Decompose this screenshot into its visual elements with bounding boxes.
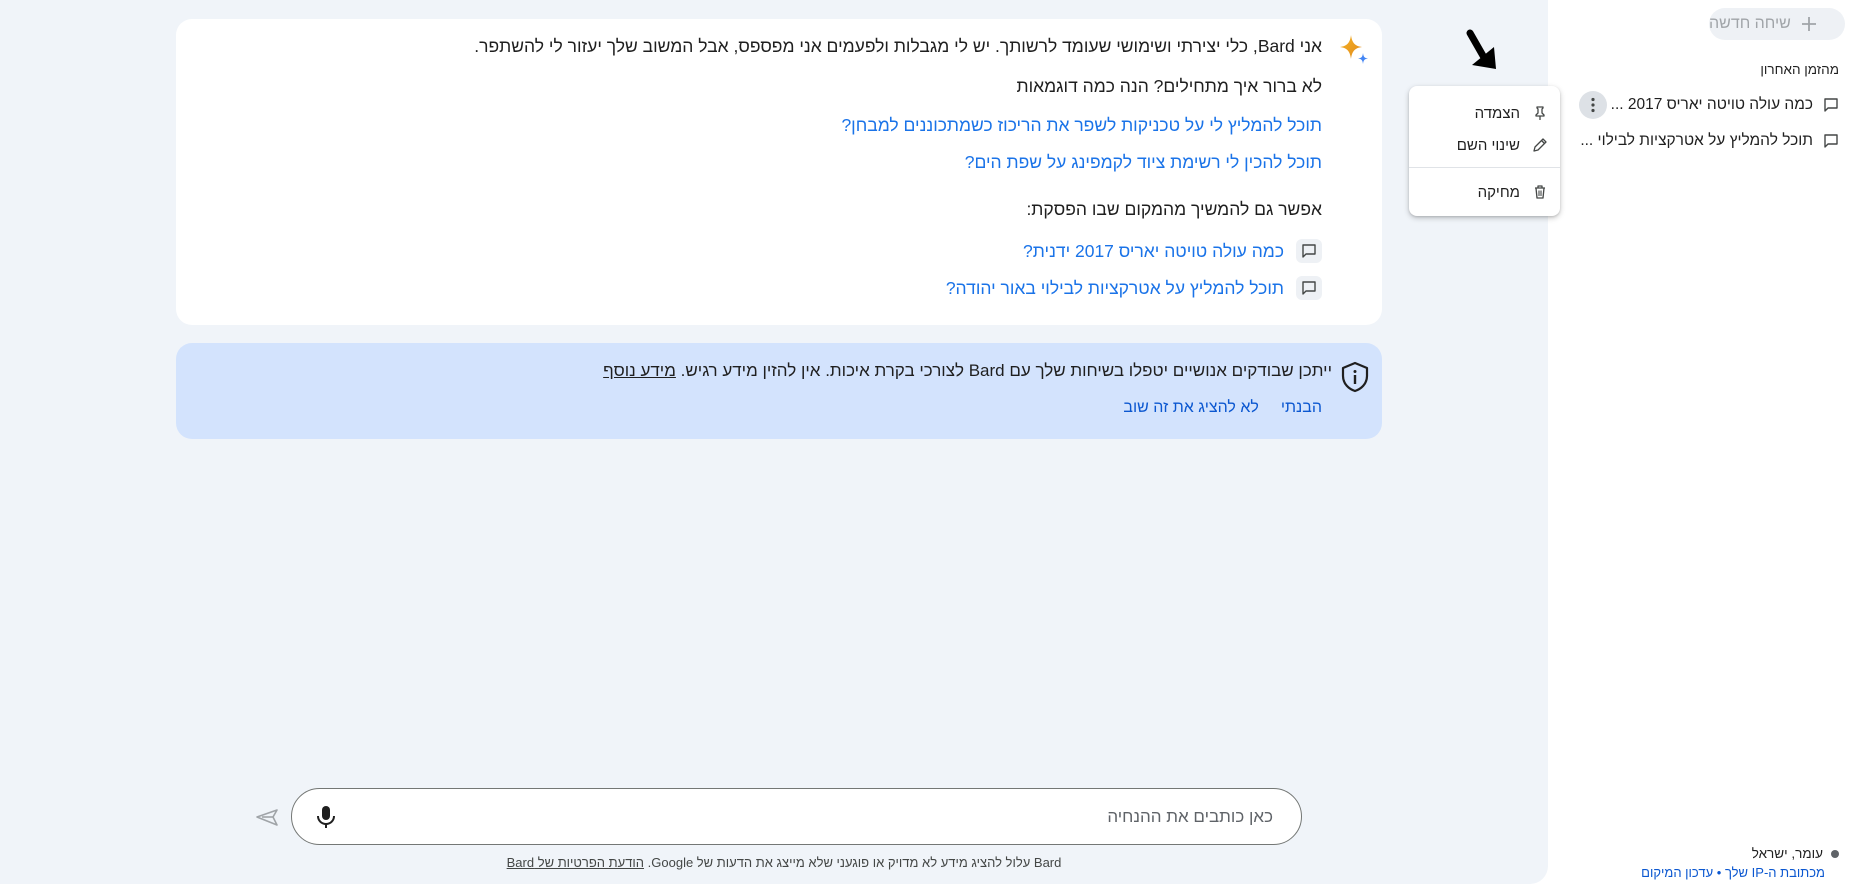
menu-item-label: מחיקה (1477, 183, 1520, 201)
location-dot-icon (1831, 849, 1839, 858)
recent-chat-link[interactable]: תוכל להמליץ על אטרקציות לבילוי באור יהוד… (946, 276, 1322, 300)
location-links: מכתובת ה-IP שלך • עדכון המיקום (1641, 865, 1825, 880)
menu-divider (1409, 167, 1560, 168)
chat-bubble-icon (1296, 276, 1322, 300)
more-info-link[interactable]: מידע נוסף (603, 361, 676, 380)
menu-item-rename[interactable]: שינוי השם (1421, 131, 1548, 159)
menu-item-delete[interactable]: מחיקה (1421, 178, 1548, 206)
location-info: עומר, ישראל (1752, 846, 1839, 861)
notice-actions: הבנתי לא להציג את זה שוב (1123, 399, 1322, 417)
menu-item-label: שינוי השם (1456, 136, 1520, 154)
disclaimer-text: Bard עלול להציג מידע לא מדויק או פוגעני … (647, 855, 1062, 870)
example-prompt-link[interactable]: תוכל להכין לי רשימת ציוד לקמפינג על שפת … (242, 152, 1322, 173)
sidebar-chat-label: כמה עולה טויטה יאריס 2017 ... (1610, 96, 1813, 113)
shield-info-icon (1340, 361, 1370, 393)
bard-sparkle-icon (1338, 33, 1370, 65)
more-vert-icon[interactable] (1579, 91, 1607, 119)
continue-heading: אפשר גם להמשיך מהמקום שבו הפסקת: (1026, 199, 1322, 219)
chat-bubble-icon (1823, 97, 1839, 113)
update-location-link[interactable]: עדכון המיקום (1641, 865, 1713, 880)
disclaimer: Bard עלול להציג מידע לא מדויק או פוגעני … (400, 855, 1168, 870)
sidebar-chat-item[interactable]: כמה עולה טויטה יאריס 2017 ... (1611, 91, 1839, 119)
dont-show-again-button[interactable]: לא להציג את זה שוב (1123, 399, 1258, 417)
welcome-card: אני Bard, כלי יצירתי ושימושי שעומד לרשות… (176, 19, 1382, 325)
trash-icon (1532, 184, 1548, 200)
send-icon[interactable] (254, 805, 280, 831)
notice-text: ייתכן שבודקים אנושיים יטפלו בשיחות שלך ע… (603, 361, 1332, 381)
menu-item-pin[interactable]: הצמדה (1421, 99, 1548, 127)
recent-section-label: מהזמן האחרון (1760, 62, 1839, 77)
prompt-box (291, 788, 1302, 845)
welcome-intro: אני Bard, כלי יצירתי ושימושי שעומד לרשות… (474, 36, 1322, 56)
notice-message: ייתכן שבודקים אנושיים יטפלו בשיחות שלך ע… (680, 361, 1332, 380)
location-place: עומר, ישראל (1751, 846, 1823, 861)
chat-bubble-icon (1296, 239, 1322, 263)
sidebar-chat-item[interactable]: תוכל להמליץ על אטרקציות לבילוי ... (1580, 127, 1839, 155)
sidebar-chat-label: תוכל להמליץ על אטרקציות לבילוי ... (1580, 132, 1813, 149)
recent-chat-label: תוכל להמליץ על אטרקציות לבילוי באור יהוד… (945, 277, 1284, 298)
recent-chat-label: כמה עולה טויטה יאריס 2017 ידנית? (1023, 240, 1284, 261)
location-source-link[interactable]: מכתובת ה-IP שלך (1725, 865, 1825, 880)
pencil-icon (1532, 137, 1548, 153)
prompt-input[interactable] (393, 803, 1273, 831)
menu-item-label: הצמדה (1474, 104, 1520, 122)
privacy-notice: ייתכן שבודקים אנושיים יטפלו בשיחות שלך ע… (176, 343, 1382, 439)
pin-icon (1532, 105, 1548, 121)
examples-heading: לא ברור איך מתחילים? הנה כמה דוגמאות (1016, 76, 1322, 96)
example-prompt-link[interactable]: תוכל להמליץ לי על טכניקות לשפר את הריכוז… (242, 115, 1322, 136)
chat-context-menu: הצמדה שינוי השם מחיקה (1409, 86, 1560, 216)
new-chat-label: שיחה חדשה (1709, 15, 1791, 32)
recent-chat-link[interactable]: כמה עולה טויטה יאריס 2017 ידנית? (1023, 239, 1322, 263)
mic-icon[interactable] (314, 804, 338, 830)
new-chat-button[interactable]: שיחה חדשה (1709, 8, 1845, 40)
chat-bubble-icon (1823, 133, 1839, 149)
privacy-link[interactable]: הודעת הפרטיות של Bard (507, 855, 644, 870)
got-it-button[interactable]: הבנתי (1281, 399, 1322, 417)
arrow-annotation-icon (1462, 29, 1506, 79)
main-panel: אני Bard, כלי יצירתי ושימושי שעומד לרשות… (0, 0, 1548, 884)
new-chat-icon (1801, 16, 1817, 32)
location-separator: • (1716, 865, 1722, 880)
